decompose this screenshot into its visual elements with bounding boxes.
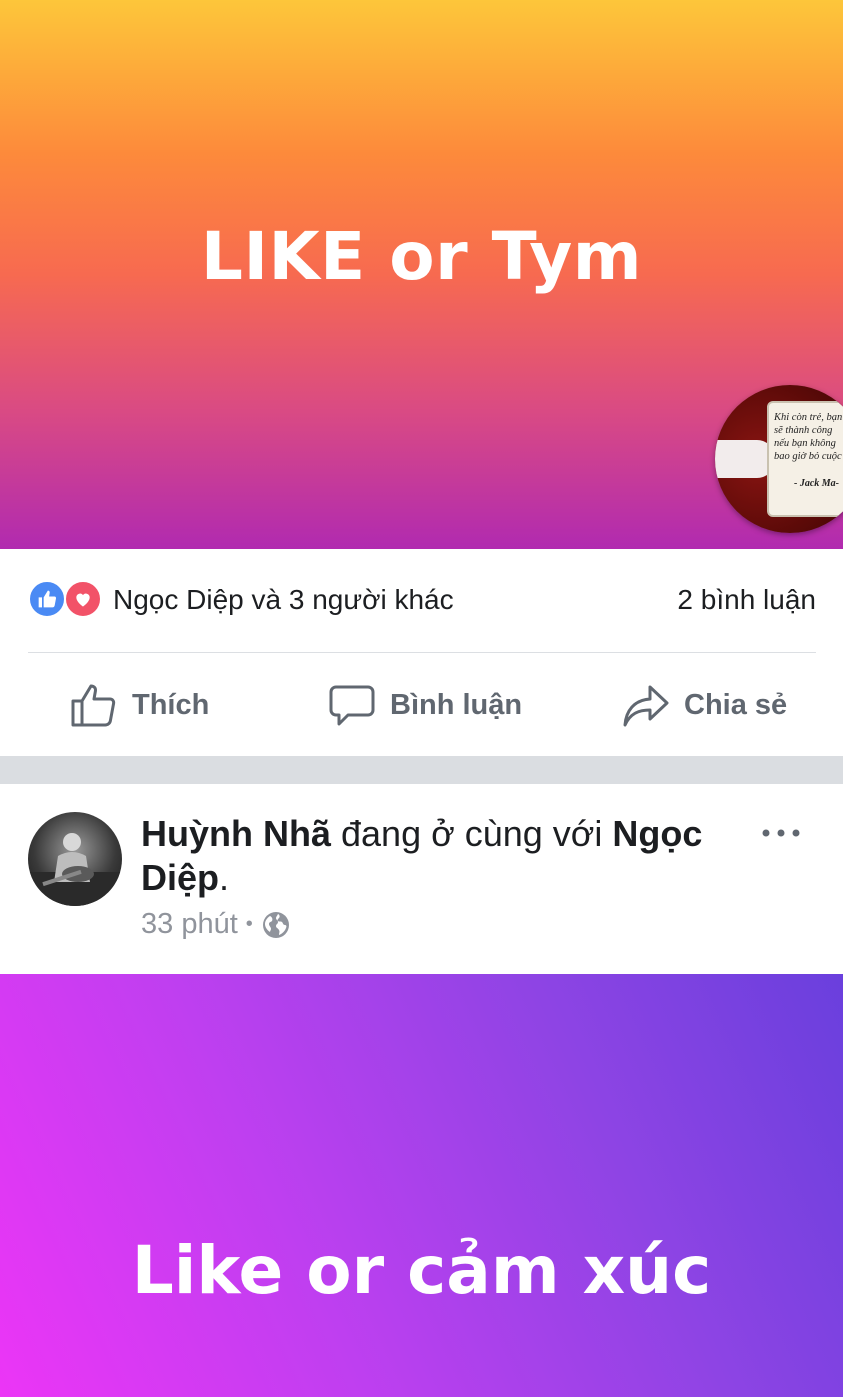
meta-separator: • xyxy=(245,913,253,935)
quote-author: - Jack Ma- xyxy=(794,478,839,489)
chat-head-bubble[interactable]: Khi còn trẻ, bạn sẽ thành công nếu bạn k… xyxy=(715,385,843,533)
chat-head-sleeve xyxy=(715,440,775,478)
post1-banner-text: LIKE or Tym xyxy=(200,218,643,295)
love-reaction-icon xyxy=(64,580,102,618)
chat-head-quote-card: Khi còn trẻ, bạn sẽ thành công nếu bạn k… xyxy=(767,401,843,517)
reactions-row[interactable]: Ngọc Diệp và 3 người khác 2 bình luận xyxy=(28,580,816,620)
author-name-link[interactable]: Huỳnh Nhã xyxy=(141,813,331,854)
more-options-button[interactable] xyxy=(760,818,804,848)
avatar-photo xyxy=(28,833,122,906)
thumbs-up-icon xyxy=(71,684,116,727)
share-button-label: Chia sẻ xyxy=(684,688,788,721)
post-author-line: Huỳnh Nhã đang ở cùng với Ngọc Diệp. xyxy=(141,812,731,900)
post-action-bar: Thích Bình luận Chia sẻ xyxy=(0,670,843,740)
feed-separator xyxy=(0,756,843,784)
like-button[interactable]: Thích xyxy=(70,670,209,740)
like-button-label: Thích xyxy=(132,688,210,721)
reactors-text[interactable]: Ngọc Diệp và 3 người khác xyxy=(113,584,454,616)
with-text: đang ở cùng với xyxy=(331,813,613,854)
post-meta: 33 phút • xyxy=(141,908,291,941)
post2-banner-text: Like or cảm xúc xyxy=(131,1232,712,1309)
share-arrow-icon xyxy=(623,685,669,727)
quote-line: nếu bạn không xyxy=(774,438,836,449)
comment-button[interactable]: Bình luận xyxy=(328,670,522,740)
more-dots-icon xyxy=(762,829,800,837)
avatar[interactable] xyxy=(28,812,122,906)
quote-line: sẽ thành công xyxy=(774,425,833,436)
post1-banner[interactable]: LIKE or Tym Khi còn trẻ, bạn sẽ thành cô… xyxy=(0,0,843,549)
like-reaction-icon xyxy=(28,580,66,618)
comment-button-label: Bình luận xyxy=(390,688,523,721)
post2-banner[interactable]: Like or cảm xúc xyxy=(0,974,843,1397)
comment-bubble-icon xyxy=(329,685,375,726)
post-time[interactable]: 33 phút xyxy=(141,908,238,941)
comments-count-link[interactable]: 2 bình luận xyxy=(677,584,816,616)
reactions-divider xyxy=(28,652,816,653)
globe-icon xyxy=(262,911,289,938)
quote-line: bao giờ bỏ cuộc xyxy=(774,451,842,462)
quote-line: Khi còn trẻ, bạn xyxy=(774,412,843,423)
share-button[interactable]: Chia sẻ xyxy=(622,670,787,740)
end-punct: . xyxy=(219,857,230,898)
